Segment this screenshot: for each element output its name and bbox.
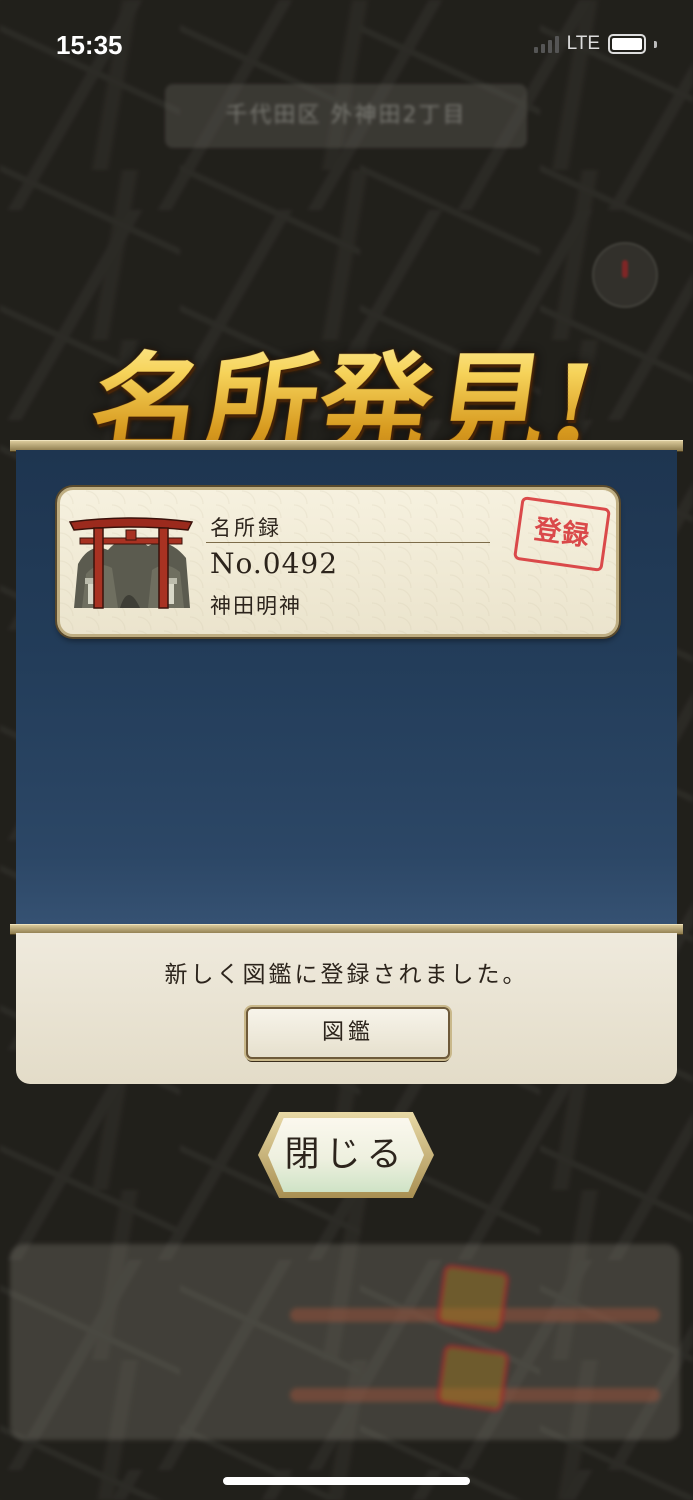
close-button[interactable]: 閉じる: [258, 1112, 434, 1198]
card-heading: 名所録: [210, 516, 282, 540]
card-number: No.0492: [210, 547, 339, 580]
dialog-footer: 新しく図鑑に登録されました。 図鑑: [16, 933, 677, 1084]
close-button-label: 閉じる: [284, 1135, 408, 1175]
card-place-name: 神田明神: [210, 594, 302, 618]
card-divider: [206, 542, 490, 543]
status-bar: 15:35 LTE: [0, 0, 693, 90]
registered-stamp: 登録: [512, 496, 612, 572]
registration-message: 新しく図鑑に登録されました。: [164, 962, 529, 988]
status-time: 15:35: [56, 30, 123, 60]
battery-icon: [608, 34, 646, 54]
signal-icon: [533, 35, 559, 53]
zukan-button[interactable]: 図鑑: [246, 1007, 450, 1059]
torii-gate-icon: [68, 517, 194, 609]
home-indicator[interactable]: [223, 1477, 470, 1485]
battery-tip: [654, 40, 657, 48]
status-indicators: LTE: [533, 33, 657, 55]
meisho-card[interactable]: 名所録 No.0492 神田明神 登録: [57, 487, 619, 637]
network-type: LTE: [566, 33, 600, 54]
